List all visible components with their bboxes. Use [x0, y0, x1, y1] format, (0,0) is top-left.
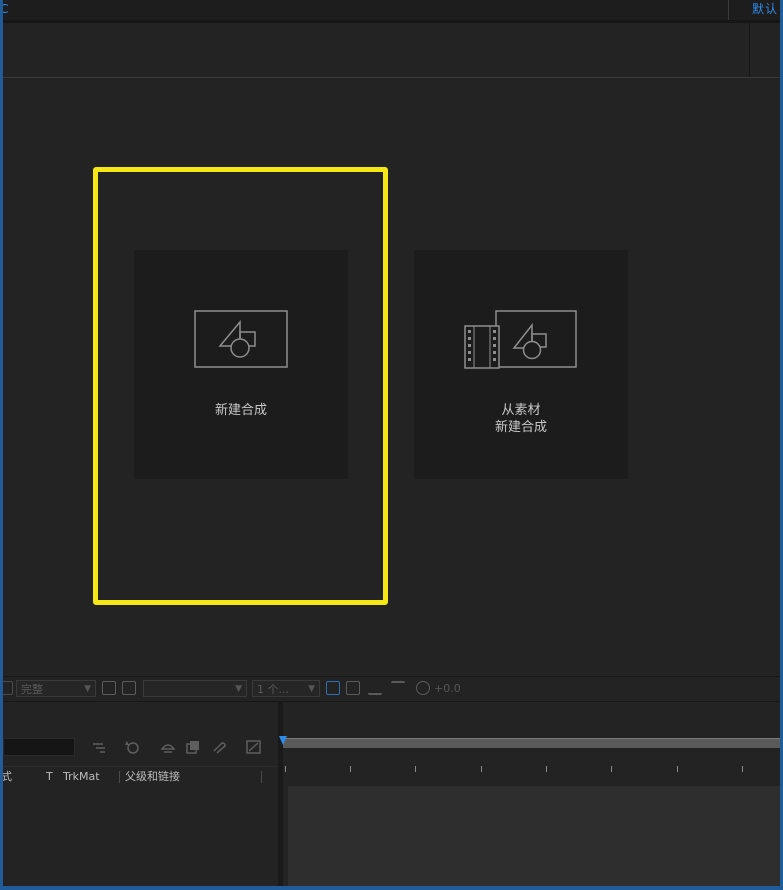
layer-list[interactable] — [3, 786, 278, 886]
chevron-down-icon: ▼ — [84, 684, 91, 694]
shy-layers-icon[interactable] — [160, 740, 176, 754]
ruler-tick — [350, 766, 351, 772]
snapshot-icon[interactable] — [346, 681, 360, 695]
viewer-footer-toolbar: 完整 ▼ ▼ 1 个... ▼ +0.0 — [0, 676, 780, 703]
composition-flowchart-icon[interactable] — [91, 740, 107, 754]
views-value: 1 个... — [257, 683, 289, 696]
flowchart-icon[interactable] — [391, 681, 405, 695]
film-strip-composition-icon — [464, 310, 577, 369]
top-panel-bar: C 默认 — [0, 0, 783, 20]
exposure-value[interactable]: +0.0 — [434, 680, 461, 697]
column-trkmat[interactable]: TrkMat — [63, 767, 100, 787]
frame-blending-icon[interactable] — [185, 740, 201, 754]
column-separator — [119, 771, 120, 783]
new-from-footage-label-line2: 新建合成 — [494, 420, 547, 435]
window-border-bottom — [0, 886, 783, 890]
ruler-tick — [677, 766, 678, 772]
new-from-footage-label-line1: 从素材 — [501, 403, 541, 418]
resolution-value: 完整 — [21, 683, 43, 696]
transparency-grid-icon[interactable] — [122, 681, 136, 695]
ruler-tick — [742, 766, 743, 772]
chevron-down-icon: ▼ — [235, 684, 242, 694]
region-of-interest-icon[interactable] — [102, 681, 116, 695]
timeline-panel: 式 T TrkMat 父级和链接 — [1, 702, 780, 886]
window-border-left — [0, 0, 3, 890]
ruler-tick — [546, 766, 547, 772]
workspace-default-label[interactable]: 默认 — [752, 0, 778, 20]
graph-editor-icon[interactable] — [246, 740, 262, 754]
exposure-icon[interactable] — [416, 681, 430, 695]
highlight-box — [93, 167, 388, 605]
top-bar-separator — [728, 0, 729, 20]
ruler-tick — [481, 766, 482, 772]
views-dropdown[interactable]: 1 个... ▼ — [252, 680, 320, 697]
new-composition-from-footage-card[interactable]: 从素材 新建合成 — [414, 250, 628, 479]
draft-3d-icon[interactable] — [124, 740, 140, 754]
motion-blur-icon[interactable] — [211, 740, 227, 754]
track-area[interactable] — [288, 786, 780, 886]
work-area-start-marker[interactable] — [279, 736, 287, 745]
composition-panel-header — [3, 23, 780, 78]
work-area-bar[interactable] — [283, 738, 780, 748]
chevron-down-icon: ▼ — [308, 684, 315, 694]
time-ruler[interactable] — [283, 750, 780, 782]
layer-search-input[interactable] — [3, 738, 75, 756]
show-snapshot-icon[interactable] — [368, 681, 382, 695]
ruler-tick — [611, 766, 612, 772]
ruler-tick — [415, 766, 416, 772]
column-separator — [261, 771, 262, 783]
resolution-dropdown[interactable]: 完整 ▼ — [16, 680, 96, 697]
column-t[interactable]: T — [46, 767, 53, 787]
ruler-tick — [285, 766, 286, 772]
timeline-column-header: 式 T TrkMat 父级和链接 — [1, 766, 278, 788]
fast-previews-icon[interactable] — [326, 681, 340, 695]
camera-dropdown[interactable]: ▼ — [143, 680, 247, 697]
panel-header-divider — [749, 23, 750, 77]
column-parent-and-link[interactable]: 父级和链接 — [125, 767, 180, 787]
timeline-track-panel — [279, 702, 780, 886]
